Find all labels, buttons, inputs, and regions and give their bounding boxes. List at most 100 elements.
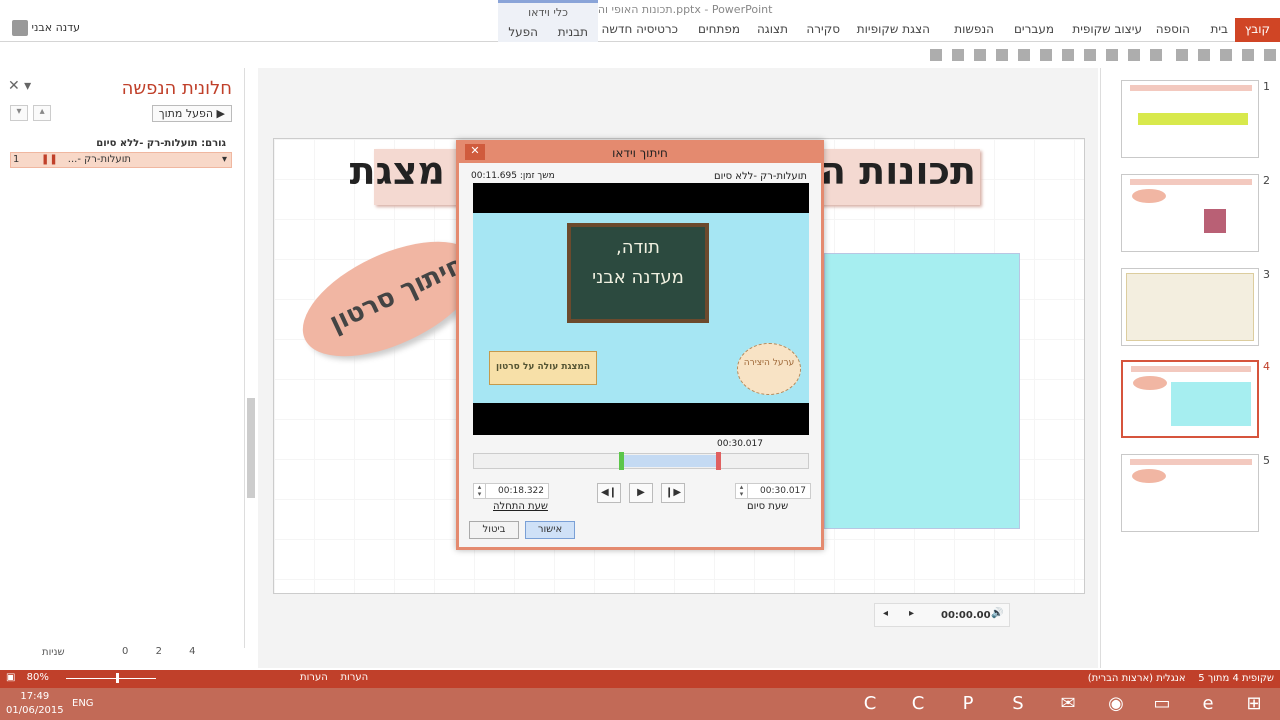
animation-pane: חלונית הנפשה ✕ ▾ ▶ הפעל מתוך ▾ ▴ גורם: ת… xyxy=(0,68,240,668)
chalkboard-line-1: תודה, xyxy=(615,237,661,258)
camtasia-icon[interactable]: C xyxy=(896,688,940,720)
notes-button[interactable]: הערות xyxy=(340,672,368,683)
tab-new[interactable]: כרטיסיה חדשה xyxy=(602,22,678,36)
trim-timeline[interactable] xyxy=(473,452,809,470)
trim-end-handle[interactable] xyxy=(715,452,721,470)
play-button[interactable]: ▶ xyxy=(629,483,653,503)
windows-taskbar: 17:49 01/06/2015 ENG ⊞ e ▭ ◉ ✉ S P C C xyxy=(0,688,1280,720)
tab-developer[interactable]: מפתחים xyxy=(698,22,740,36)
zoom-level[interactable]: 80% xyxy=(27,672,49,683)
timeline-footer: שניות 0 2 4 xyxy=(0,644,240,664)
user-account[interactable]: עדנה אבני xyxy=(8,20,80,36)
move-up-icon[interactable]: ▴ xyxy=(33,105,52,121)
thumb-number: 1 xyxy=(1263,80,1270,93)
window-title: תכונות האופי והיופי שבעריכת מצגת.pptx - … xyxy=(508,3,773,16)
seconds-label[interactable]: שניות xyxy=(42,647,65,658)
video-tools-group: כלי וידאו תבנית הפעל xyxy=(498,0,598,42)
windows-start-icon[interactable]: ⊞ xyxy=(1232,688,1276,720)
table-icon[interactable] xyxy=(952,49,964,61)
clock-date: 01/06/2015 xyxy=(6,705,64,716)
video-placeholder[interactable] xyxy=(824,253,1020,529)
internet-explorer-icon[interactable]: e xyxy=(1186,688,1230,720)
arrange-icon[interactable] xyxy=(1018,49,1030,61)
scrollbar-thumb[interactable] xyxy=(247,398,255,498)
ok-button[interactable]: אישור xyxy=(525,521,575,539)
skype-icon[interactable]: S xyxy=(996,688,1040,720)
file-explorer-icon[interactable]: ▭ xyxy=(1140,688,1184,720)
cut-icon[interactable] xyxy=(1176,49,1188,61)
timeline-scale: 0 2 4 xyxy=(122,646,220,657)
language-indicator[interactable]: אנגלית (ארצות הברית) xyxy=(1088,673,1186,684)
close-pane-icon[interactable]: ✕ ▾ xyxy=(8,78,31,94)
tab-home[interactable]: בית xyxy=(1210,22,1228,36)
video-controls: ◂ ▸ 00:00.00 🔊 xyxy=(874,603,1010,627)
forward-icon[interactable]: ▸ xyxy=(909,608,914,619)
tab-video-format[interactable]: תבנית xyxy=(558,25,588,39)
animation-item[interactable]: 1 ❚❚ תועלות-רק -... ▾ xyxy=(10,152,232,168)
duration-label: משך זמן: 00:11.695 xyxy=(471,171,555,181)
tab-review[interactable]: סקירה xyxy=(806,22,840,36)
volume-icon[interactable]: 🔊 xyxy=(991,608,1003,619)
close-icon[interactable]: ✕ xyxy=(465,144,485,160)
banner-image: המצגת עולה על סרטון xyxy=(489,351,597,385)
animation-item-number: 1 xyxy=(13,154,20,165)
clock-time: 17:49 xyxy=(20,691,50,702)
start-time-value: 00:18.322 xyxy=(498,486,544,496)
end-time-input[interactable]: ▴ ▾ 00:30.017 xyxy=(735,483,811,499)
tab-slideshow[interactable]: הצגת שקופיות xyxy=(857,22,930,36)
chalkboard-image: תודה, מעדנה אבני xyxy=(567,223,709,323)
format-icon[interactable] xyxy=(1106,49,1118,61)
tab-insert[interactable]: הוספה xyxy=(1156,22,1190,36)
align-icon[interactable] xyxy=(974,49,986,61)
video-time: 00:00.00 xyxy=(941,610,991,621)
spin-arrows-icon[interactable]: ▴ ▾ xyxy=(474,484,486,498)
fit-icon[interactable]: ▣ xyxy=(6,672,15,683)
tab-animations[interactable]: הנפשות xyxy=(954,22,994,36)
tab-view[interactable]: תצוגה xyxy=(757,22,788,36)
slide-scrollbar[interactable] xyxy=(244,68,256,648)
animation-pane-title: חלונית הנפשה xyxy=(121,78,232,99)
tab-transitions[interactable]: מעברים xyxy=(1014,22,1054,36)
next-frame-button[interactable]: ❙▶ xyxy=(661,483,685,503)
group-icon[interactable] xyxy=(996,49,1008,61)
slide-thumbnail-2[interactable] xyxy=(1121,174,1259,252)
slide-thumbnail-4[interactable] xyxy=(1121,360,1259,438)
powerpoint-icon[interactable]: P xyxy=(946,688,990,720)
start-time-input[interactable]: ▴ ▾ 00:18.322 xyxy=(473,483,549,499)
copy-icon[interactable] xyxy=(1198,49,1210,61)
comments-button[interactable]: הערות xyxy=(300,672,328,683)
dialog-titlebar[interactable]: חיתוך וידאו ✕ xyxy=(459,143,821,163)
slide-thumbnail-3[interactable] xyxy=(1121,268,1259,346)
title-bar: תכונות האופי והיופי שבעריכת מצגת.pptx - … xyxy=(0,0,1280,20)
slide-counter: שקופית 4 מתוך 5 xyxy=(1198,673,1274,684)
new-slide-icon[interactable] xyxy=(1150,49,1162,61)
folder-icon[interactable] xyxy=(1040,49,1052,61)
shape-icon[interactable] xyxy=(1084,49,1096,61)
input-language[interactable]: ENG xyxy=(72,698,94,709)
undo-icon[interactable] xyxy=(1242,49,1254,61)
paste-icon[interactable] xyxy=(1220,49,1232,61)
camtasia-recorder-icon[interactable]: C xyxy=(848,688,892,720)
save-icon[interactable] xyxy=(1264,49,1276,61)
play-from-button[interactable]: ▶ הפעל מתוך xyxy=(151,105,232,122)
zoom-slider-knob[interactable] xyxy=(116,673,119,683)
layout-icon[interactable] xyxy=(1128,49,1140,61)
tab-design[interactable]: עיצוב שקופית xyxy=(1072,22,1142,36)
rewind-icon[interactable]: ◂ xyxy=(883,608,888,619)
tab-video-playback[interactable]: הפעל xyxy=(508,25,538,39)
spin-arrows-icon[interactable]: ▴ ▾ xyxy=(736,484,748,498)
slide-thumbnail-1[interactable] xyxy=(1121,80,1259,158)
chrome-icon[interactable]: ◉ xyxy=(1094,688,1138,720)
clock[interactable]: 17:49 01/06/2015 xyxy=(6,690,64,718)
item-dropdown-icon[interactable]: ▾ xyxy=(222,154,227,165)
slide-thumbnail-5[interactable] xyxy=(1121,454,1259,532)
zoom-slider[interactable] xyxy=(66,678,156,679)
trim-start-handle[interactable] xyxy=(618,452,624,470)
chart-icon[interactable] xyxy=(930,49,942,61)
cancel-button[interactable]: ביטול xyxy=(469,521,519,539)
picture-icon[interactable] xyxy=(1062,49,1074,61)
mail-icon[interactable]: ✉ xyxy=(1046,688,1090,720)
move-down-icon[interactable]: ▾ xyxy=(10,105,28,121)
previous-frame-button[interactable]: ◀❙ xyxy=(597,483,621,503)
file-tab[interactable]: קובץ xyxy=(1234,18,1280,42)
